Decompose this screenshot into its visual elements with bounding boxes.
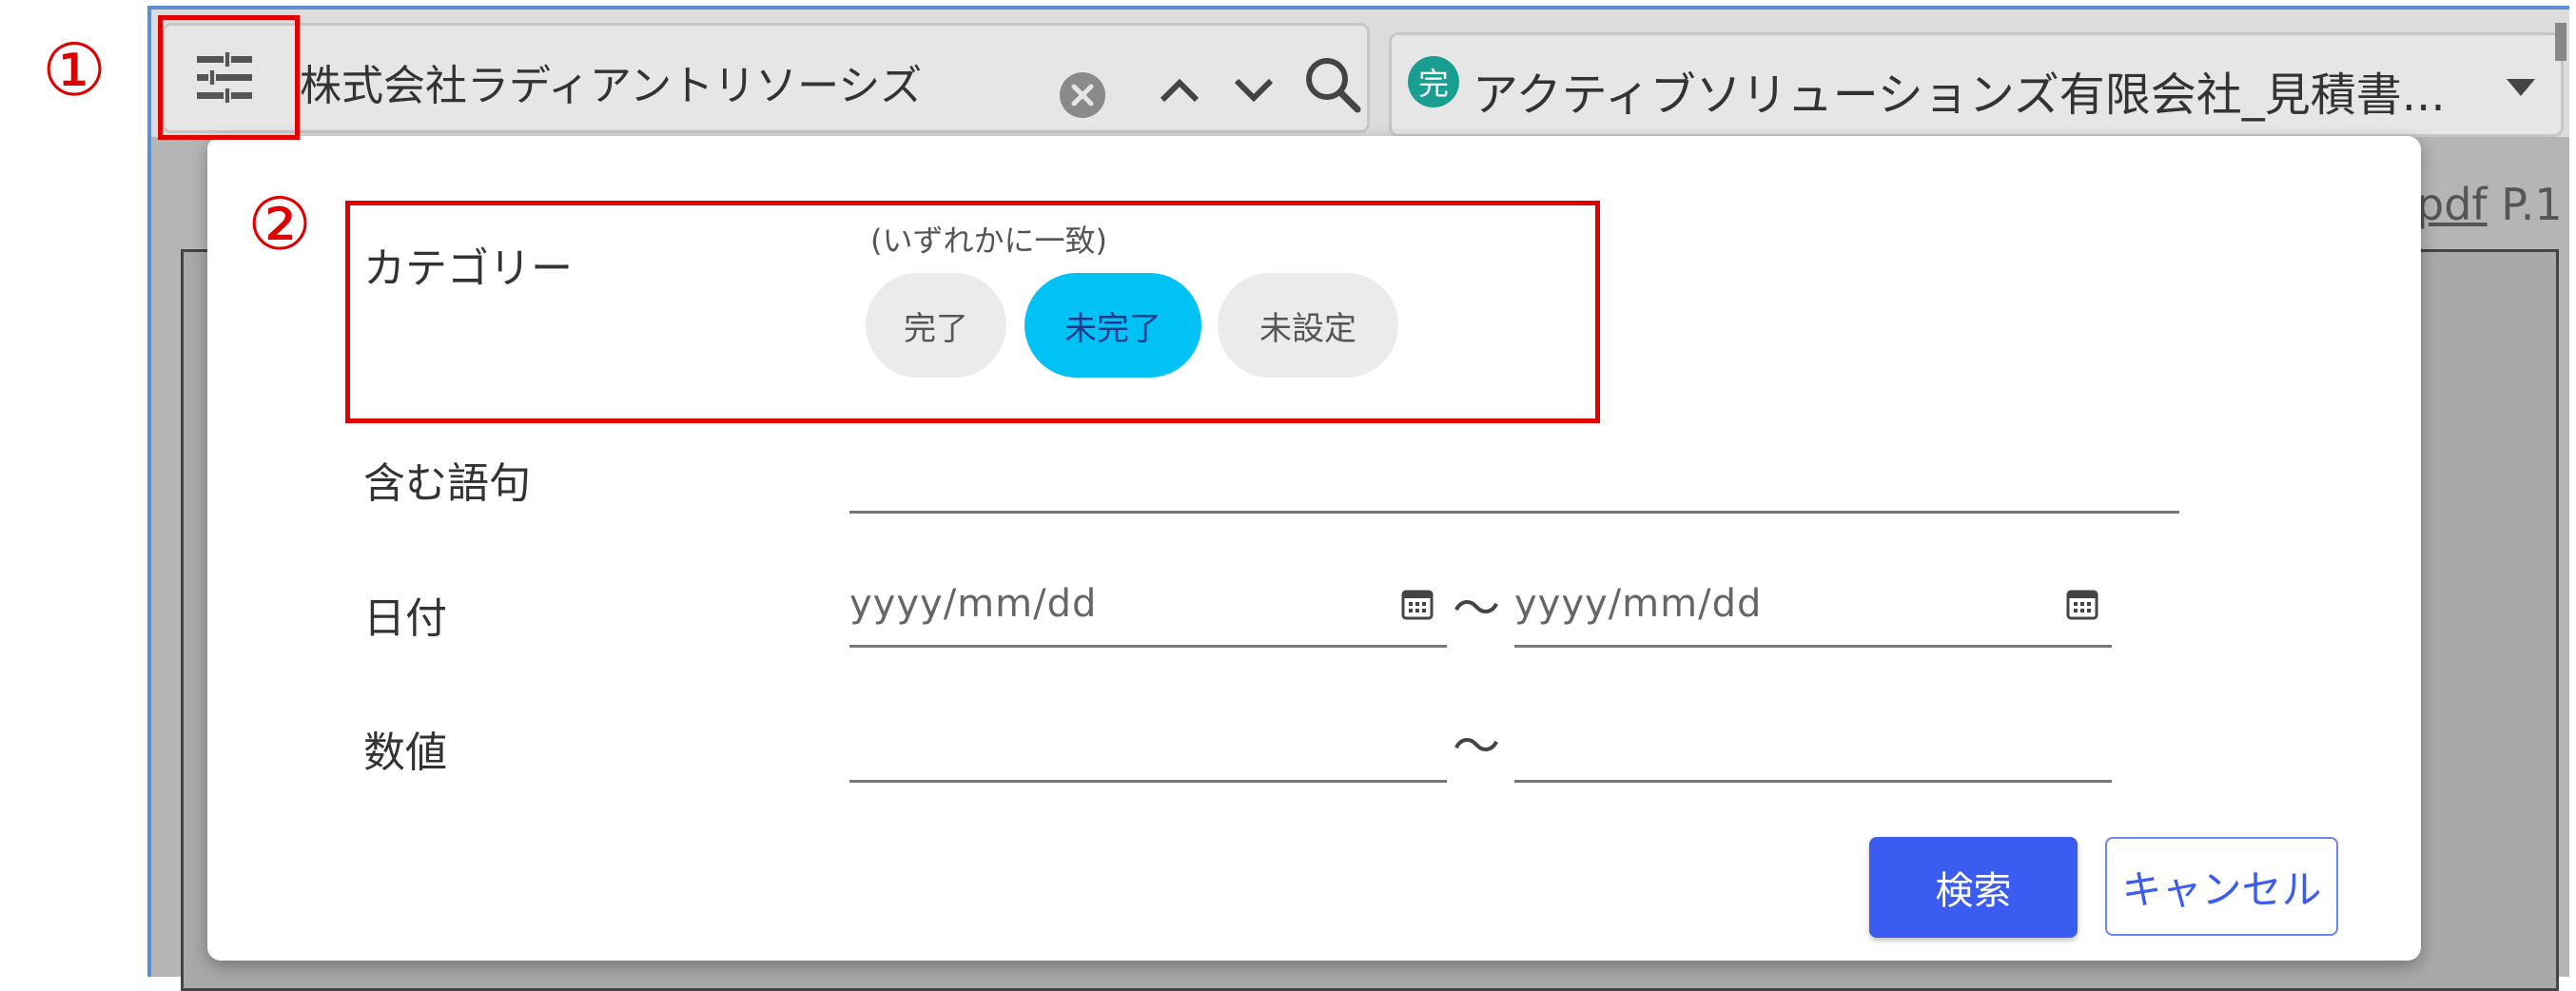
file-extension-link[interactable]: pdf bbox=[2416, 179, 2488, 230]
dropdown-arrow-icon[interactable] bbox=[2502, 68, 2540, 107]
date-to-underline bbox=[1514, 645, 2112, 648]
keywords-label: 含む語句 bbox=[363, 459, 531, 508]
cancel-button[interactable]: キャンセル bbox=[2105, 837, 2338, 936]
annotation-box-2 bbox=[345, 201, 1600, 423]
page-number: P.1 bbox=[2501, 179, 2563, 230]
chevron-up-icon[interactable] bbox=[1153, 63, 1206, 116]
date-label: 日付 bbox=[363, 594, 447, 643]
calendar-icon[interactable] bbox=[1400, 587, 1434, 625]
number-label: 数値 bbox=[363, 729, 447, 777]
annotation-marker-1: ① bbox=[42, 28, 107, 112]
annotation-box-1 bbox=[158, 15, 300, 140]
document-title: アクティブソリューションズ有限会社_見積書... bbox=[1473, 68, 2446, 122]
search-button[interactable]: 検索 bbox=[1869, 837, 2078, 938]
scrollbar[interactable] bbox=[2555, 23, 2566, 61]
number-range-separator: 〜 bbox=[1453, 719, 1500, 774]
page-label: pdf P.1 bbox=[2416, 179, 2563, 230]
clear-icon[interactable] bbox=[1056, 68, 1109, 122]
date-to-input[interactable]: yyyy/mm/dd bbox=[1514, 582, 1762, 626]
number-to-input[interactable] bbox=[1514, 780, 2112, 783]
date-range-separator: 〜 bbox=[1453, 581, 1500, 636]
keywords-input[interactable] bbox=[849, 511, 2179, 514]
date-from-input[interactable]: yyyy/mm/dd bbox=[849, 582, 1097, 626]
number-from-input[interactable] bbox=[849, 780, 1447, 783]
date-from-underline bbox=[849, 645, 1447, 648]
status-badge: 完 bbox=[1408, 56, 1459, 107]
chevron-down-icon[interactable] bbox=[1227, 65, 1280, 118]
calendar-icon[interactable] bbox=[2065, 587, 2099, 625]
search-icon[interactable] bbox=[1299, 51, 1366, 118]
search-input[interactable]: 株式会社ラディアントリソーシズ bbox=[300, 51, 922, 112]
annotation-marker-2: ② bbox=[247, 182, 313, 266]
